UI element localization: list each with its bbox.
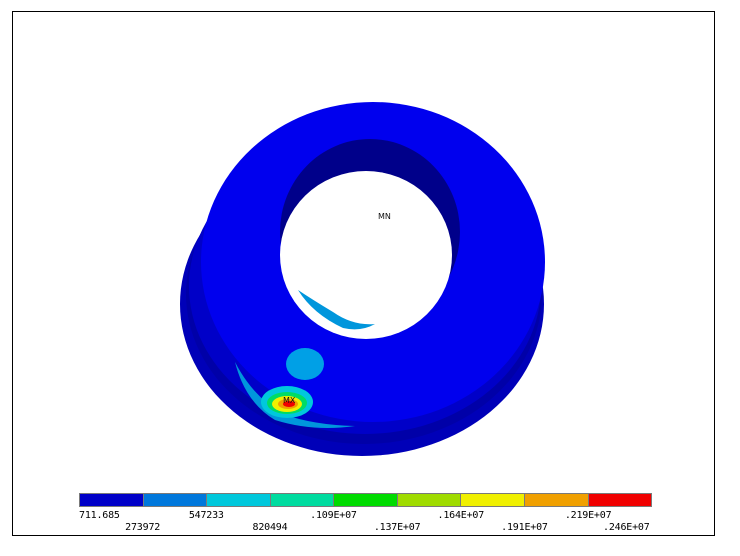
legend-tick-label: 820494 [252, 522, 288, 533]
legend-swatch-9 [588, 494, 652, 506]
contour-plot [180, 102, 545, 456]
legend-tick-label: .164E+07 [437, 510, 485, 521]
legend-swatch-3 [207, 494, 271, 506]
max-marker: MX [283, 396, 296, 405]
graphics-window: MN MX 711.685 273972 547233 820494 .109E+07.… [12, 11, 715, 536]
min-marker: MN [378, 212, 391, 221]
legend-tick-label: .137E+07 [373, 522, 421, 533]
legend-tick-label: .109E+07 [310, 510, 357, 521]
legend-tick-label: .246E+07 [603, 522, 650, 533]
legend-swatch-8 [524, 494, 589, 506]
legend-swatch-4 [270, 494, 335, 506]
color-legend [79, 493, 652, 507]
legend-tick-label: 273972 [125, 522, 161, 533]
legend-swatch-5 [334, 494, 398, 506]
legend-tick-label: 547233 [188, 510, 224, 521]
contour-patch-face [286, 348, 324, 380]
legend-swatch-7 [461, 494, 525, 506]
hole-opening [280, 171, 452, 339]
legend-swatch-6 [397, 494, 462, 506]
legend-swatch-1 [80, 494, 144, 506]
legend-tick-label: .191E+07 [501, 522, 548, 533]
legend-tick-label: .219E+07 [564, 510, 612, 521]
legend-tick-label: 711.685 [79, 510, 120, 521]
legend-swatch-2 [143, 494, 208, 506]
